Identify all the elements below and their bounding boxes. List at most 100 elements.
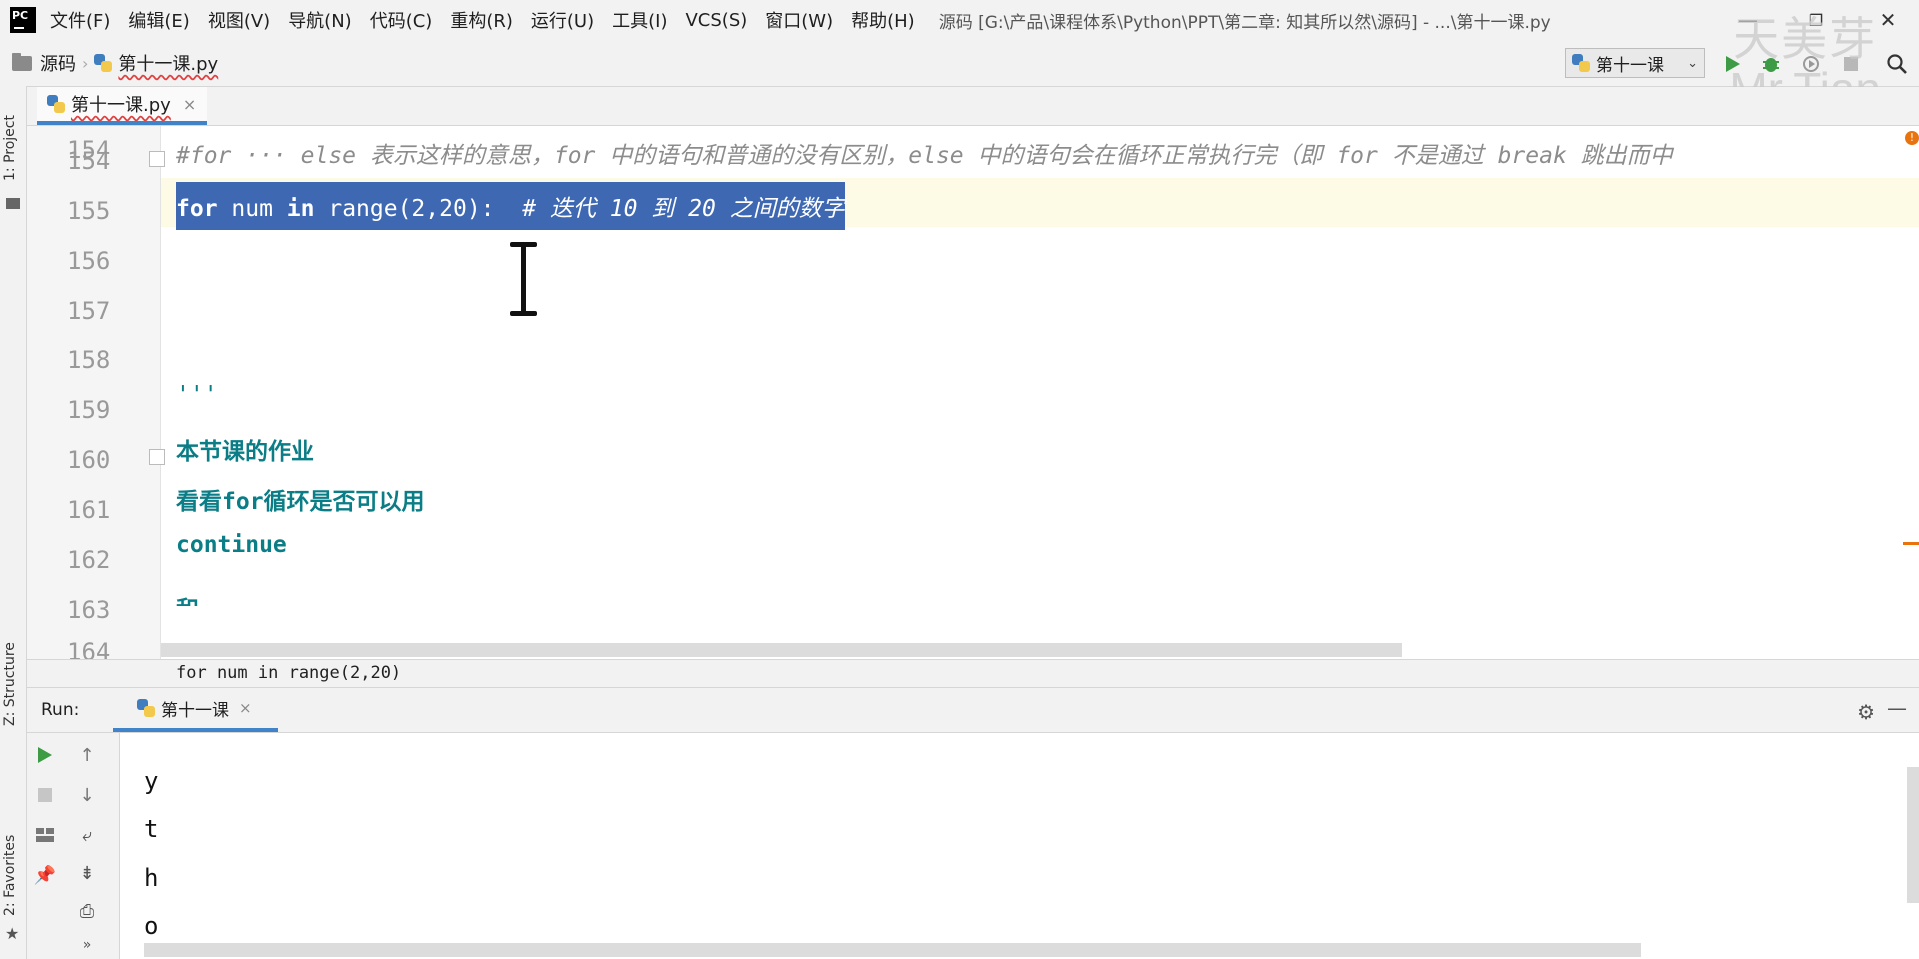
line-number: 159 xyxy=(67,396,111,424)
search-everywhere-button[interactable] xyxy=(1886,53,1908,75)
fold-marker-icon[interactable] xyxy=(149,151,165,167)
menu-refactor[interactable]: 重构(R) xyxy=(450,7,513,33)
line-number: 162 xyxy=(67,546,111,574)
menu-edit[interactable]: 编辑(E) xyxy=(128,7,189,33)
hide-panel-icon[interactable]: — xyxy=(1887,696,1907,720)
breadcrumb-file[interactable]: 第十一课.py xyxy=(118,50,218,76)
breadcrumb-separator-icon: › xyxy=(82,53,89,73)
menu-window[interactable]: 窗口(W) xyxy=(765,7,833,33)
arrow-up-icon: ↑ xyxy=(79,744,95,766)
layout-button[interactable] xyxy=(33,823,57,847)
breadcrumb-folder[interactable]: 源码 xyxy=(40,50,76,76)
menu-tools[interactable]: 工具(I) xyxy=(612,7,667,33)
search-icon xyxy=(1887,54,1907,74)
line-number: 163 xyxy=(67,596,111,624)
scroll-to-end-icon: ⇟ xyxy=(79,862,95,884)
warning-indicator-icon[interactable]: ! xyxy=(1905,131,1919,145)
console-horizontal-scrollbar[interactable] xyxy=(144,943,1641,957)
console-output[interactable]: y t h o xyxy=(120,733,1919,959)
code-breadcrumb-bar: for num in range(2,20) xyxy=(27,659,1919,688)
line-number: 164 xyxy=(67,638,111,659)
fold-marker-icon[interactable] xyxy=(149,449,165,465)
docstring-text: 看看for循环是否可以用 xyxy=(176,489,425,515)
console-line: y xyxy=(144,767,159,795)
menu-help[interactable]: 帮助(H) xyxy=(851,7,915,33)
scrollbar-marker[interactable] xyxy=(1903,542,1919,545)
code-line: continue xyxy=(161,526,1919,575)
line-number: 161 xyxy=(67,496,111,524)
close-run-tab-icon[interactable]: × xyxy=(239,699,252,717)
menu-run[interactable]: 运行(U) xyxy=(531,7,594,33)
print-button[interactable]: ⎙ xyxy=(75,899,99,923)
navigation-bar: 源码 › 第十一课.py 第十一课 ⌄ xyxy=(0,40,1919,87)
docstring-text: 本节课的作业 xyxy=(176,439,314,465)
project-tool-button[interactable]: 1: Project xyxy=(2,115,18,181)
code-line-selected: for num in range(2,20): # 迭代 10 到 20 之间的… xyxy=(161,179,1919,230)
editor-tab-bar: 第十一课.py × xyxy=(27,87,1919,126)
run-tab-label: 第十一课 xyxy=(161,700,229,721)
pin-button[interactable]: 📌 xyxy=(33,863,57,887)
favorites-tool-button[interactable]: 2: Favorites xyxy=(2,835,18,916)
stop-run-button[interactable] xyxy=(33,783,57,807)
editor-tab[interactable]: 第十一课.py × xyxy=(37,87,207,125)
close-window-button[interactable]: ✕ xyxy=(1858,0,1918,40)
close-tab-icon[interactable]: × xyxy=(183,95,196,114)
line-number: 156 xyxy=(67,247,111,275)
pin-icon: 📌 xyxy=(33,864,57,886)
pycharm-logo-icon: PC xyxy=(10,7,36,33)
run-tab[interactable]: 第十一课 × xyxy=(113,688,278,732)
code-comment: #for ··· else 表示这样的意思，for 中的语句和普通的没有区别，e… xyxy=(176,143,1673,169)
editor-tab-label: 第十一课.py xyxy=(71,95,171,116)
more-button[interactable]: » xyxy=(75,933,99,957)
scroll-to-end-button[interactable]: ⇟ xyxy=(75,861,99,885)
code-breadcrumb[interactable]: for num in range(2,20) xyxy=(176,663,401,683)
stop-icon xyxy=(38,788,52,802)
console-vertical-scrollbar[interactable] xyxy=(1907,767,1919,903)
console-line: o xyxy=(144,912,159,940)
scroll-up-button[interactable]: ↑ xyxy=(75,743,99,767)
coverage-button[interactable] xyxy=(1800,53,1822,75)
code-line: 看看for循环是否可以用 xyxy=(161,476,1919,525)
keyword: in xyxy=(286,196,315,222)
menu-code[interactable]: 代码(C) xyxy=(370,7,433,33)
line-number: 154 xyxy=(67,147,111,175)
code-line: ''' xyxy=(161,376,1919,425)
code-editor[interactable]: #for ··· else 表示这样的意思，for 中的语句和普通的没有区别，e… xyxy=(161,126,1919,659)
editor-horizontal-scrollbar[interactable] xyxy=(161,643,1402,657)
menu-file[interactable]: 文件(F) xyxy=(50,7,110,33)
menu-navigate[interactable]: 导航(N) xyxy=(288,7,352,33)
bug-icon xyxy=(1763,58,1779,72)
run-config-select[interactable]: 第十一课 ⌄ xyxy=(1565,48,1705,78)
gear-icon[interactable]: ⚙ xyxy=(1857,700,1875,724)
scroll-down-button[interactable]: ↓ xyxy=(75,783,99,807)
line-numbers: 154 155 156 157 158 159 160 161 162 163 … xyxy=(27,126,165,659)
python-file-icon xyxy=(1572,54,1590,72)
run-button[interactable] xyxy=(1722,53,1744,75)
keyword: for xyxy=(176,196,218,222)
minimize-button[interactable]: — xyxy=(1718,0,1778,40)
selected-code: for num in range(2,20): # 迭代 10 到 20 之间的… xyxy=(176,182,845,230)
menu-view[interactable]: 视图(V) xyxy=(208,7,270,33)
rerun-button[interactable] xyxy=(33,743,57,767)
stop-button[interactable] xyxy=(1840,53,1862,75)
arrow-down-icon: ↓ xyxy=(79,784,95,806)
docstring-text: continue xyxy=(176,532,287,558)
chevron-down-icon: ⌄ xyxy=(1687,55,1698,71)
soft-wrap-icon: ⤶ xyxy=(81,824,93,846)
line-number: 157 xyxy=(67,297,111,325)
debug-button[interactable] xyxy=(1760,53,1782,75)
stop-icon xyxy=(1844,57,1858,71)
run-icon xyxy=(38,747,52,763)
console-line: t xyxy=(144,815,159,843)
more-icon: » xyxy=(82,937,92,953)
menu-vcs[interactable]: VCS(S) xyxy=(685,10,747,31)
run-panel-header: Run: 第十一课 × ⚙ — xyxy=(27,688,1919,733)
soft-wrap-button[interactable]: ⤶ xyxy=(75,823,99,847)
left-tool-stripe: 1: Project Z: Structure 2: Favorites ★ xyxy=(0,86,27,959)
star-icon: ★ xyxy=(5,924,20,943)
coverage-icon xyxy=(1803,56,1819,72)
structure-tool-button[interactable]: Z: Structure xyxy=(2,642,18,726)
code-text: range(2,20): xyxy=(314,196,523,222)
docstring-delimiter: ''' xyxy=(176,382,218,408)
restore-button[interactable]: ❐ xyxy=(1786,0,1846,40)
